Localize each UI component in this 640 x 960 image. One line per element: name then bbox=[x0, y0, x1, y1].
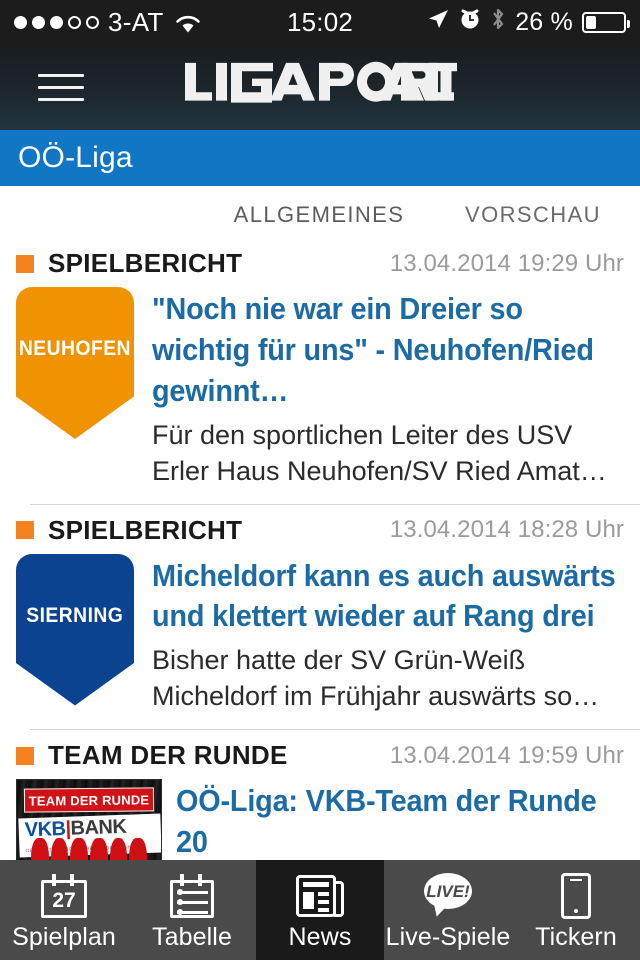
section-tabs: ALLGEMEINES VORSCHAU bbox=[0, 186, 640, 244]
news-list[interactable]: SPIELBERICHT 13.04.2014 19:29 Uhr NEUHOF… bbox=[0, 238, 640, 960]
bluetooth-icon bbox=[490, 7, 506, 38]
battery-percent-label: 26 % bbox=[515, 7, 573, 36]
app-root: 3-AT 15:02 26 % OÖ-Liga ALLGEMEINES VORS… bbox=[0, 0, 640, 960]
tabbar-label-spielplan: Spielplan bbox=[12, 922, 116, 951]
app-header bbox=[0, 44, 640, 130]
tabbar-label-live-spiele: Live-Spiele bbox=[385, 922, 511, 951]
phone-icon bbox=[561, 871, 591, 921]
alarm-clock-icon bbox=[459, 7, 481, 38]
article-date: 13.04.2014 18:28 Uhr bbox=[389, 516, 624, 544]
article-header: TEAM DER RUNDE 13.04.2014 19:59 Uhr bbox=[0, 730, 640, 777]
tab-vorschau[interactable]: VORSCHAU bbox=[426, 186, 640, 243]
team-badge: NEUHOFEN bbox=[16, 287, 134, 439]
category-marker-icon bbox=[16, 521, 34, 540]
tab-allgemeines[interactable]: ALLGEMEINES bbox=[212, 186, 426, 244]
article-date: 13.04.2014 19:59 Uhr bbox=[389, 741, 624, 769]
live-bubble-icon: LIVE! bbox=[422, 871, 474, 921]
article-headline[interactable]: OÖ-Liga: VKB-Team der Runde 20 bbox=[176, 781, 622, 863]
article-body: NEUHOFEN "Noch nie war ein Dreier so wic… bbox=[0, 285, 640, 490]
table-list-icon bbox=[170, 871, 214, 921]
tabbar-item-live-spiele[interactable]: LIVE! Live-Spiele bbox=[384, 860, 512, 960]
team-badge-label: NEUHOFEN bbox=[18, 337, 132, 360]
category-marker-icon bbox=[16, 746, 34, 765]
tab-vorschau-label: VORSCHAU bbox=[465, 201, 601, 227]
bottom-tab-bar: 27 Spielplan Tabelle News LIVE! Live-Spi… bbox=[0, 860, 640, 960]
calendar-day-number: 27 bbox=[52, 888, 76, 912]
list-item[interactable]: SPIELBERICHT 13.04.2014 18:28 Uhr SIERNI… bbox=[0, 505, 640, 731]
tabbar-item-tickern[interactable]: Tickern bbox=[512, 860, 640, 960]
status-bar: 3-AT 15:02 26 % bbox=[0, 0, 640, 44]
article-category: SPIELBERICHT bbox=[48, 514, 243, 545]
calendar-icon: 27 bbox=[41, 871, 87, 921]
team-badge-shape bbox=[16, 553, 134, 706]
tabbar-label-tabelle: Tabelle bbox=[152, 922, 232, 951]
location-arrow-icon bbox=[426, 7, 450, 38]
ligaportal-wordmark bbox=[185, 61, 463, 103]
tabbar-item-spielplan[interactable]: 27 Spielplan bbox=[0, 860, 128, 960]
live-badge-label: LIVE! bbox=[426, 881, 470, 901]
article-text: "Noch nie war ein Dreier so wichtig für … bbox=[152, 287, 624, 490]
tabbar-item-news[interactable]: News bbox=[256, 860, 384, 960]
league-title-bar: OÖ-Liga bbox=[0, 130, 640, 186]
article-category: SPIELBERICHT bbox=[48, 248, 243, 278]
league-title: OÖ-Liga bbox=[18, 141, 133, 174]
article-headline[interactable]: "Noch nie war ein Dreier so wichtig für … bbox=[152, 289, 622, 412]
team-badge-shape bbox=[16, 287, 134, 439]
article-body: SIERNING Micheldorf kann es auch auswärt… bbox=[0, 552, 640, 716]
battery-icon bbox=[582, 11, 630, 33]
status-bar-right: 26 % bbox=[426, 7, 630, 38]
tabbar-label-tickern: Tickern bbox=[535, 922, 617, 951]
article-text: Micheldorf kann es auch auswärts und kle… bbox=[152, 554, 624, 716]
article-headline[interactable]: Micheldorf kann es auch auswärts und kle… bbox=[152, 556, 622, 638]
article-teaser: Für den sportlichen Leiter des USV Erler… bbox=[152, 419, 607, 486]
team-badge: SIERNING bbox=[16, 553, 134, 706]
article-category: TEAM DER RUNDE bbox=[48, 740, 288, 771]
list-item[interactable]: SPIELBERICHT 13.04.2014 19:29 Uhr NEUHOF… bbox=[0, 238, 640, 505]
tabs-spacer bbox=[0, 186, 212, 243]
article-header: SPIELBERICHT 13.04.2014 18:28 Uhr bbox=[0, 505, 640, 552]
article-header: SPIELBERICHT 13.04.2014 19:29 Uhr bbox=[0, 238, 640, 285]
team-badge-label: SIERNING bbox=[26, 603, 124, 627]
thumbnail-banner-label: TEAM DER RUNDE bbox=[23, 787, 155, 813]
tabbar-label-news: News bbox=[288, 922, 352, 951]
app-logo bbox=[0, 61, 640, 114]
newspaper-icon bbox=[296, 871, 344, 921]
category-marker-icon bbox=[16, 254, 34, 273]
article-date: 13.04.2014 19:29 Uhr bbox=[389, 249, 624, 277]
tabbar-item-tabelle[interactable]: Tabelle bbox=[128, 860, 256, 960]
article-teaser: Bisher hatte der SV Grün-Weiß Micheldorf… bbox=[152, 645, 600, 712]
tab-allgemeines-label: ALLGEMEINES bbox=[233, 201, 405, 227]
